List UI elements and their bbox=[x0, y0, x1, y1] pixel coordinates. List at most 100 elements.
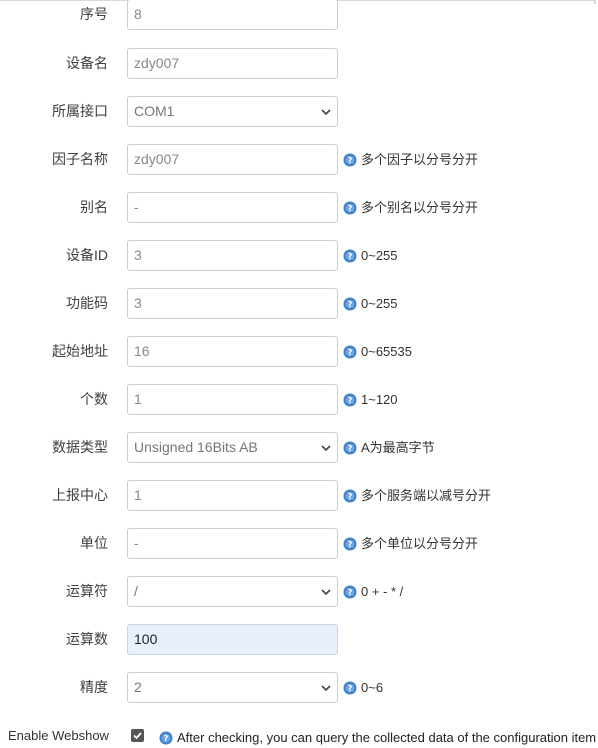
chevron-down-icon bbox=[321, 445, 331, 452]
hint-text: 多个单位以分号分开 bbox=[361, 536, 479, 551]
select-value: / bbox=[134, 583, 138, 599]
field-hint: ? 0~255 bbox=[343, 288, 398, 319]
hint-text: 0~255 bbox=[361, 248, 398, 263]
hint-text: A为最高字节 bbox=[361, 440, 435, 455]
field-hint: ? 多个服务端以减号分开 bbox=[343, 480, 491, 511]
field-hint: ? A为最高字节 bbox=[343, 432, 435, 463]
report-center-input[interactable]: 1 bbox=[127, 480, 338, 511]
help-icon: ? bbox=[343, 441, 357, 455]
field-label: 个数 bbox=[80, 391, 108, 407]
field-label: 设备名 bbox=[66, 55, 108, 71]
svg-text:?: ? bbox=[348, 588, 353, 597]
hint-text: 多个别名以分号分开 bbox=[361, 200, 479, 215]
svg-text:?: ? bbox=[348, 252, 353, 261]
index-input[interactable]: 8 bbox=[127, 0, 338, 30]
field-label: 运算数 bbox=[66, 631, 108, 647]
svg-text:?: ? bbox=[348, 156, 353, 165]
factor-name-input[interactable]: zdy007 bbox=[127, 144, 338, 175]
field-row-data-type: 数据类型 Unsigned 16Bits AB ? A为最高字节 bbox=[0, 432, 598, 463]
alias-input[interactable]: - bbox=[127, 192, 338, 223]
function-code-input[interactable]: 3 bbox=[127, 288, 338, 319]
hint-text: 1~120 bbox=[361, 392, 398, 407]
enable-webshow-row: Enable Webshow ? After checking, you can … bbox=[0, 726, 598, 746]
field-row-alias: 别名 - ? 多个别名以分号分开 bbox=[0, 192, 598, 223]
field-row-factor-name: 因子名称 zdy007 ? 多个因子以分号分开 bbox=[0, 144, 598, 175]
hint-text: 0~6 bbox=[361, 680, 384, 695]
enable-webshow-hint: ? After checking, you can query the colle… bbox=[159, 728, 596, 748]
svg-text:?: ? bbox=[164, 734, 169, 743]
svg-text:?: ? bbox=[348, 444, 353, 453]
select-value: COM1 bbox=[134, 103, 175, 119]
field-label: 序号 bbox=[80, 6, 108, 22]
start-address-input[interactable]: 16 bbox=[127, 336, 338, 367]
hint-text: After checking, you can query the collec… bbox=[177, 730, 597, 745]
interface-select[interactable]: COM1 bbox=[127, 96, 338, 127]
svg-text:?: ? bbox=[348, 396, 353, 405]
field-hint: ? 1~120 bbox=[343, 384, 398, 415]
select-value: Unsigned 16Bits AB bbox=[134, 439, 258, 455]
field-row-operator: 运算符 / ? 0 + - * / bbox=[0, 576, 598, 607]
help-icon: ? bbox=[343, 153, 357, 167]
field-label: 因子名称 bbox=[52, 151, 108, 167]
device-id-input[interactable]: 3 bbox=[127, 240, 338, 271]
svg-text:?: ? bbox=[348, 348, 353, 357]
field-label: 设备ID bbox=[66, 247, 108, 263]
help-icon: ? bbox=[343, 681, 357, 695]
operand-input[interactable]: 100 bbox=[127, 624, 338, 655]
hint-text: 0~255 bbox=[361, 296, 398, 311]
enable-webshow-label: Enable Webshow bbox=[8, 728, 109, 743]
field-row-report-center: 上报中心 1 ? 多个服务端以减号分开 bbox=[0, 480, 598, 511]
hint-text: 多个服务端以减号分开 bbox=[361, 488, 492, 503]
field-label: 数据类型 bbox=[52, 439, 108, 455]
select-value: 2 bbox=[134, 679, 142, 695]
field-label: 精度 bbox=[80, 679, 108, 695]
field-label: 别名 bbox=[80, 199, 108, 215]
svg-text:?: ? bbox=[348, 540, 353, 549]
field-label: 单位 bbox=[80, 535, 108, 551]
field-row-count: 个数 1 ? 1~120 bbox=[0, 384, 598, 415]
device-name-input[interactable]: zdy007 bbox=[127, 48, 338, 79]
operator-select[interactable]: / bbox=[127, 576, 338, 607]
hint-text: 0 + - * / bbox=[361, 584, 404, 599]
field-row-interface: 所属接口 COM1 bbox=[0, 96, 598, 127]
field-label: 上报中心 bbox=[52, 487, 108, 503]
unit-input[interactable]: - bbox=[127, 528, 338, 559]
help-icon: ? bbox=[343, 537, 357, 551]
checkmark-icon bbox=[133, 732, 142, 740]
field-label: 所属接口 bbox=[52, 103, 108, 119]
data-type-select[interactable]: Unsigned 16Bits AB bbox=[127, 432, 338, 463]
count-input[interactable]: 1 bbox=[127, 384, 338, 415]
chevron-down-icon bbox=[321, 589, 331, 596]
help-icon: ? bbox=[159, 731, 173, 745]
help-icon: ? bbox=[343, 345, 357, 359]
field-label: 功能码 bbox=[66, 295, 108, 311]
precision-select[interactable]: 2 bbox=[127, 672, 338, 703]
field-row-function-code: 功能码 3 ? 0~255 bbox=[0, 288, 598, 319]
chevron-down-icon bbox=[321, 109, 331, 116]
svg-text:?: ? bbox=[348, 300, 353, 309]
field-hint: ? 0~6 bbox=[343, 672, 383, 703]
help-icon: ? bbox=[343, 249, 357, 263]
enable-webshow-checkbox[interactable] bbox=[131, 729, 144, 742]
field-label: 运算符 bbox=[66, 583, 108, 599]
field-hint: ? 0 + - * / bbox=[343, 576, 403, 607]
field-hint: ? 多个因子以分号分开 bbox=[343, 144, 478, 175]
field-row-start-address: 起始地址 16 ? 0~65535 bbox=[0, 336, 598, 367]
hint-text: 多个因子以分号分开 bbox=[361, 152, 479, 167]
help-icon: ? bbox=[343, 201, 357, 215]
svg-text:?: ? bbox=[348, 684, 353, 693]
svg-text:?: ? bbox=[348, 492, 353, 501]
field-hint: ? 0~65535 bbox=[343, 336, 412, 367]
field-row-unit: 单位 - ? 多个单位以分号分开 bbox=[0, 528, 598, 559]
svg-text:?: ? bbox=[348, 204, 353, 213]
chevron-down-icon bbox=[321, 685, 331, 692]
help-icon: ? bbox=[343, 585, 357, 599]
help-icon: ? bbox=[343, 489, 357, 503]
help-icon: ? bbox=[343, 297, 357, 311]
field-row-index: 序号 8 bbox=[0, 0, 598, 30]
help-icon: ? bbox=[343, 393, 357, 407]
field-hint: ? 多个单位以分号分开 bbox=[343, 528, 478, 559]
field-row-device-id: 设备ID 3 ? 0~255 bbox=[0, 240, 598, 271]
field-label: 起始地址 bbox=[52, 343, 108, 359]
field-row-precision: 精度 2 ? 0~6 bbox=[0, 672, 598, 703]
